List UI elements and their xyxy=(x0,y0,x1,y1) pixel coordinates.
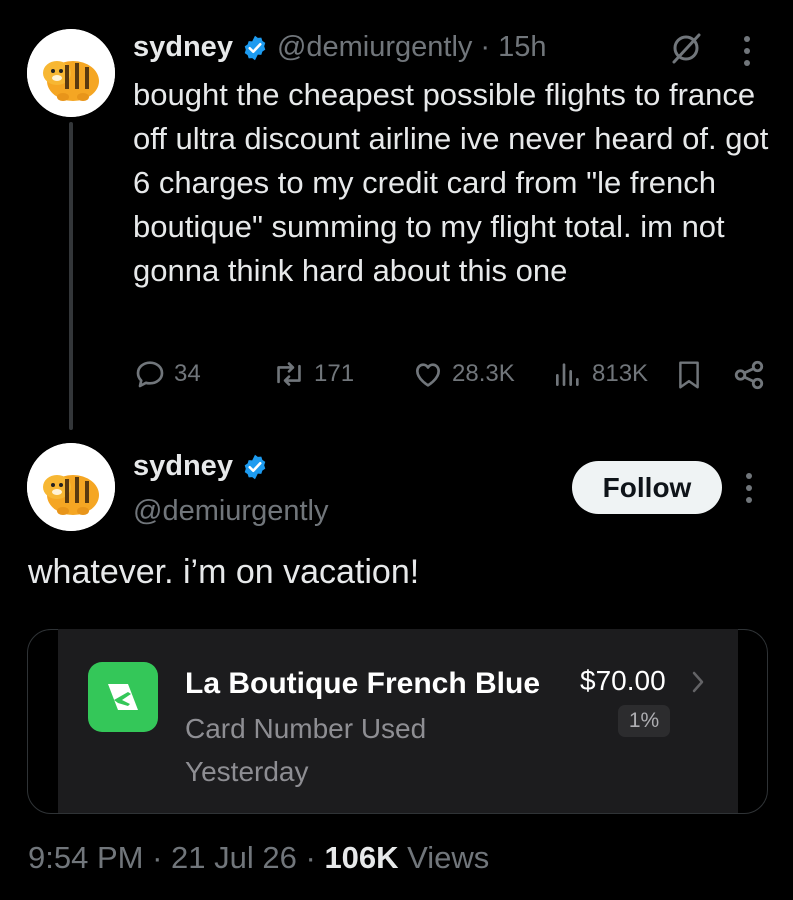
author-name[interactable]: sydney xyxy=(133,31,233,64)
post-time[interactable]: 9:54 PM xyxy=(28,840,143,875)
avatar[interactable] xyxy=(27,443,115,531)
reply-icon xyxy=(136,361,164,388)
cashback-badge: 1% xyxy=(618,705,670,737)
post-time[interactable]: 15h xyxy=(498,31,546,64)
repost-button[interactable]: 171 xyxy=(272,358,354,390)
more-dots-icon[interactable] xyxy=(740,34,754,68)
verified-badge-icon xyxy=(244,35,266,60)
reply-button[interactable]: 34 xyxy=(134,358,201,390)
views-count: 813K xyxy=(592,360,649,387)
author-name[interactable]: sydney xyxy=(133,450,233,483)
chevron-right-icon xyxy=(690,670,706,699)
post-header: sydney xyxy=(133,450,269,483)
like-count: 28.3K xyxy=(452,360,515,387)
post-date[interactable]: 21 Jul 26 xyxy=(171,840,297,875)
merchant-name: La Boutique French Blue xyxy=(185,667,541,700)
repost-icon xyxy=(277,362,301,386)
tiger-plush-avatar-image xyxy=(27,29,115,117)
thread-line xyxy=(69,122,73,430)
heart-icon xyxy=(416,363,440,387)
post-meta: 9:54 PM · 21 Jul 26 · 106K Views xyxy=(28,840,489,876)
views-label: Views xyxy=(407,840,490,875)
transaction-date: Yesterday xyxy=(185,756,309,787)
separator-dot: · xyxy=(480,31,491,63)
tiger-plush-avatar-image xyxy=(27,443,115,531)
author-handle[interactable]: @demiurgently xyxy=(133,495,328,528)
more-dots-icon[interactable] xyxy=(742,471,756,505)
repost-count: 171 xyxy=(314,360,355,387)
views-chart-icon xyxy=(556,363,579,386)
views-count: 106K xyxy=(324,840,399,875)
views-button[interactable]: 813K xyxy=(552,358,648,390)
post-header: sydney @demiurgently · 15h xyxy=(133,31,546,64)
airline-logo-icon xyxy=(88,662,158,732)
reply-count: 34 xyxy=(174,360,201,387)
grok-icon[interactable] xyxy=(668,30,704,66)
separator-dot: · xyxy=(305,840,316,875)
like-button[interactable]: 28.3K xyxy=(412,358,515,390)
post-text: bought the cheapest possible flights to … xyxy=(133,77,769,288)
share-icon[interactable] xyxy=(732,358,766,397)
verified-badge-icon xyxy=(244,454,266,479)
post-text: whatever. i’m on vacation! xyxy=(28,553,420,591)
separator-dot: · xyxy=(152,840,163,875)
follow-button[interactable]: Follow xyxy=(572,461,722,514)
author-handle[interactable]: @demiurgently xyxy=(277,31,472,64)
transaction-method: Card Number Used xyxy=(185,713,427,744)
avatar[interactable] xyxy=(27,29,115,117)
transaction-amount: $70.00 xyxy=(580,665,666,696)
bookmark-icon[interactable] xyxy=(674,359,704,396)
